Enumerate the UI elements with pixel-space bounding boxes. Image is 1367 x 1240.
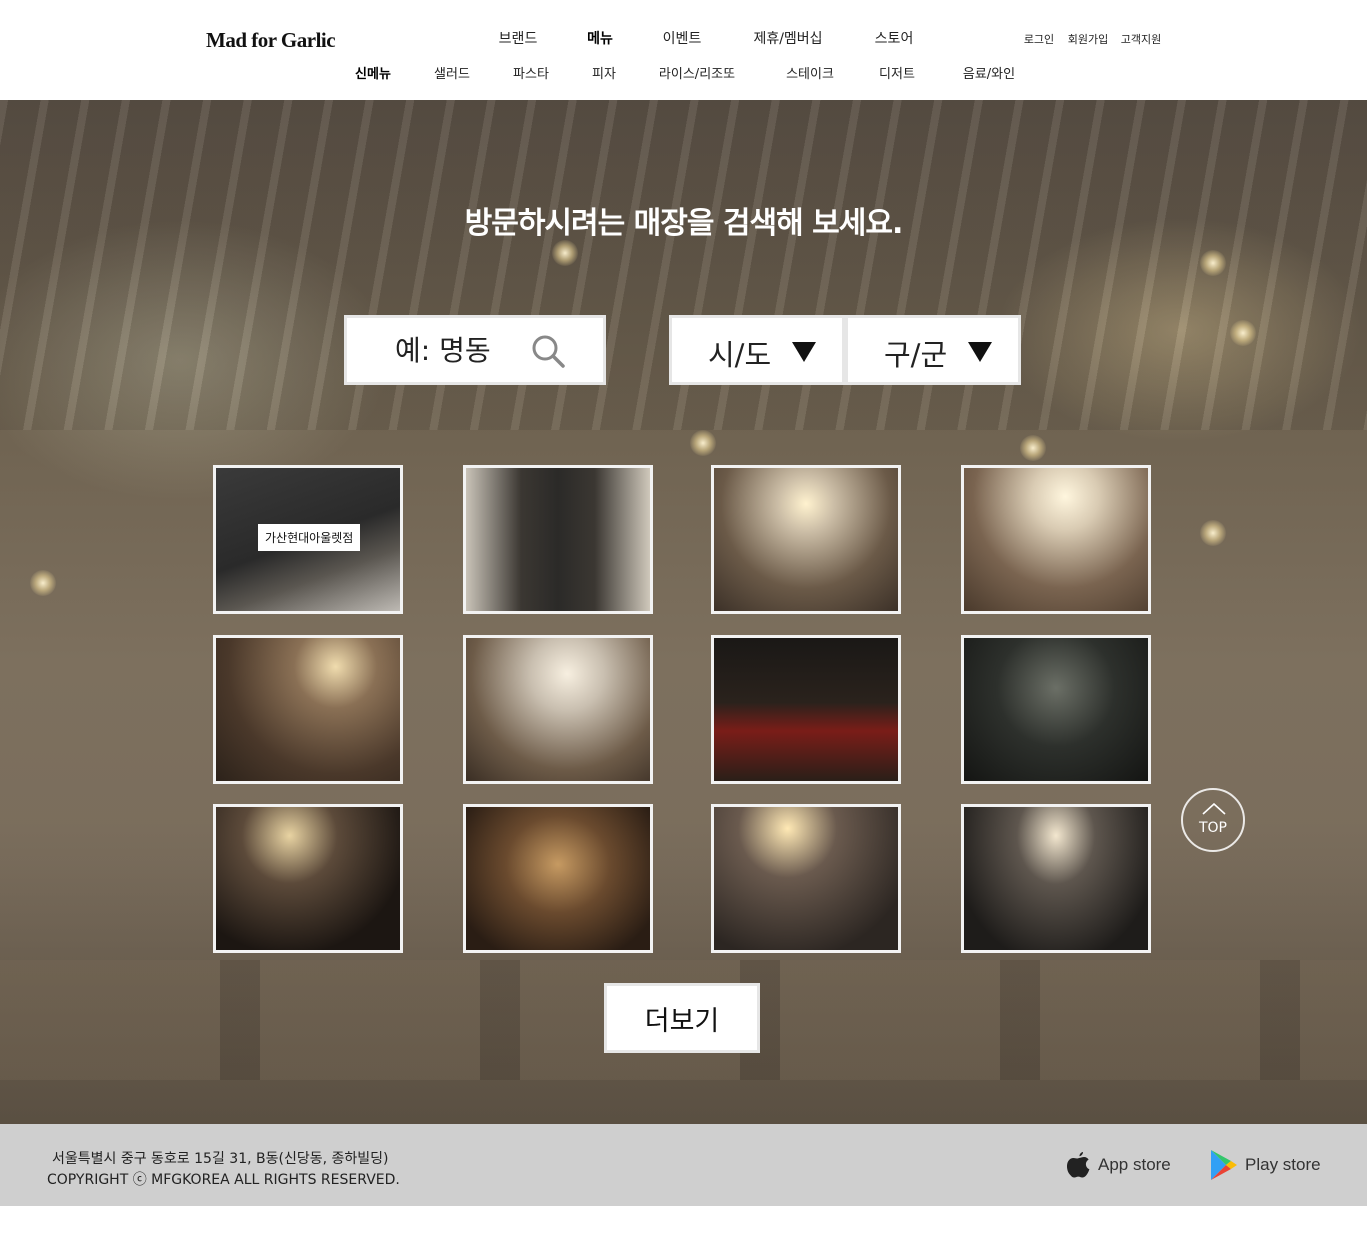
background-lamp xyxy=(1230,320,1256,346)
search-icon[interactable] xyxy=(530,333,566,369)
store-card[interactable] xyxy=(463,804,653,953)
support-link[interactable]: 고객지원 xyxy=(1121,31,1161,47)
sub-nav-new-menu[interactable]: 신메뉴 xyxy=(355,63,391,82)
store-photo xyxy=(964,468,1148,611)
brand-logo[interactable]: Mad for Garlic xyxy=(206,28,336,53)
store-card[interactable] xyxy=(213,804,403,953)
store-photo xyxy=(964,807,1148,950)
sub-nav-dessert[interactable]: 디저트 xyxy=(879,63,915,82)
store-card[interactable] xyxy=(463,635,653,784)
store-card[interactable] xyxy=(711,804,901,953)
background-lamp xyxy=(690,430,716,456)
store-search-box[interactable] xyxy=(344,315,606,385)
background-lamp xyxy=(1200,250,1226,276)
background-lamp xyxy=(30,570,56,596)
site-header: Mad for Garlic 브랜드 메뉴 이벤트 제휴/멤버십 스토어 로그인… xyxy=(0,0,1367,100)
sub-nav-pasta[interactable]: 파스타 xyxy=(513,63,549,82)
chevron-up-icon xyxy=(1202,803,1226,815)
site-footer: 서울특별시 중구 동호로 15길 31, B동(신당동, 종하빌딩) COPYR… xyxy=(0,1124,1367,1206)
store-photo xyxy=(216,807,400,950)
nav-item-event[interactable]: 이벤트 xyxy=(663,28,702,48)
nav-item-store[interactable]: 스토어 xyxy=(875,28,914,48)
company-address: 서울특별시 중구 동호로 15길 31, B동(신당동, 종하빌딩) xyxy=(52,1151,389,1167)
district-select-label: 구/군 xyxy=(884,338,948,372)
google-play-icon xyxy=(1211,1150,1237,1180)
store-photo xyxy=(964,638,1148,781)
nav-item-membership[interactable]: 제휴/멤버십 xyxy=(753,28,822,48)
background-lamp xyxy=(1200,520,1226,546)
background-lamp xyxy=(1020,435,1046,461)
copyright-text: COPYRIGHT ⓒ MFGKOREA ALL RIGHTS RESERVED… xyxy=(47,1172,400,1188)
background-lamp xyxy=(552,240,578,266)
store-name-label: 가산현대아울렛점 xyxy=(258,524,361,551)
triangle-down-icon xyxy=(792,342,816,362)
store-card[interactable] xyxy=(961,635,1151,784)
store-photo xyxy=(466,638,650,781)
scroll-top-button[interactable]: TOP xyxy=(1181,788,1245,852)
app-store-link[interactable]: App store xyxy=(1066,1148,1171,1182)
store-card[interactable] xyxy=(463,465,653,614)
store-card[interactable] xyxy=(711,635,901,784)
store-photo xyxy=(216,638,400,781)
sub-nav-pizza[interactable]: 피자 xyxy=(592,63,616,82)
sub-nav-drink-wine[interactable]: 음료/와인 xyxy=(963,63,1015,82)
store-photo xyxy=(714,638,898,781)
sub-nav-steak[interactable]: 스테이크 xyxy=(786,63,834,82)
scroll-top-label: TOP xyxy=(1198,820,1227,836)
login-link[interactable]: 로그인 xyxy=(1024,31,1054,47)
more-button[interactable]: 더보기 xyxy=(604,983,760,1053)
city-select-label: 시/도 xyxy=(708,338,772,372)
sub-nav-rice-risotto[interactable]: 라이스/리조또 xyxy=(659,63,735,82)
store-card[interactable] xyxy=(961,465,1151,614)
store-photo xyxy=(714,807,898,950)
signup-link[interactable]: 회원가입 xyxy=(1068,31,1108,47)
app-store-label: App store xyxy=(1098,1155,1171,1174)
play-store-label: Play store xyxy=(1245,1155,1321,1174)
store-card[interactable]: 가산현대아울렛점 xyxy=(213,465,403,614)
store-photo xyxy=(466,468,650,611)
store-photo xyxy=(466,807,650,950)
store-card[interactable] xyxy=(711,465,901,614)
sub-nav-salad[interactable]: 샐러드 xyxy=(434,63,470,82)
play-store-link[interactable]: Play store xyxy=(1209,1148,1321,1182)
store-card[interactable] xyxy=(961,804,1151,953)
store-card[interactable] xyxy=(213,635,403,784)
district-select[interactable]: 구/군 xyxy=(845,315,1021,385)
store-search-hero: 방문하시려는 매장을 검색해 보세요. 시/도 구/군 가산현대아울렛점 xyxy=(0,100,1367,1124)
hero-title: 방문하시려는 매장을 검색해 보세요. xyxy=(464,206,904,241)
triangle-down-icon xyxy=(968,342,992,362)
city-select[interactable]: 시/도 xyxy=(669,315,845,385)
nav-item-menu[interactable]: 메뉴 xyxy=(587,28,613,48)
store-photo xyxy=(714,468,898,611)
nav-item-brand[interactable]: 브랜드 xyxy=(499,28,538,48)
apple-icon xyxy=(1066,1152,1090,1178)
